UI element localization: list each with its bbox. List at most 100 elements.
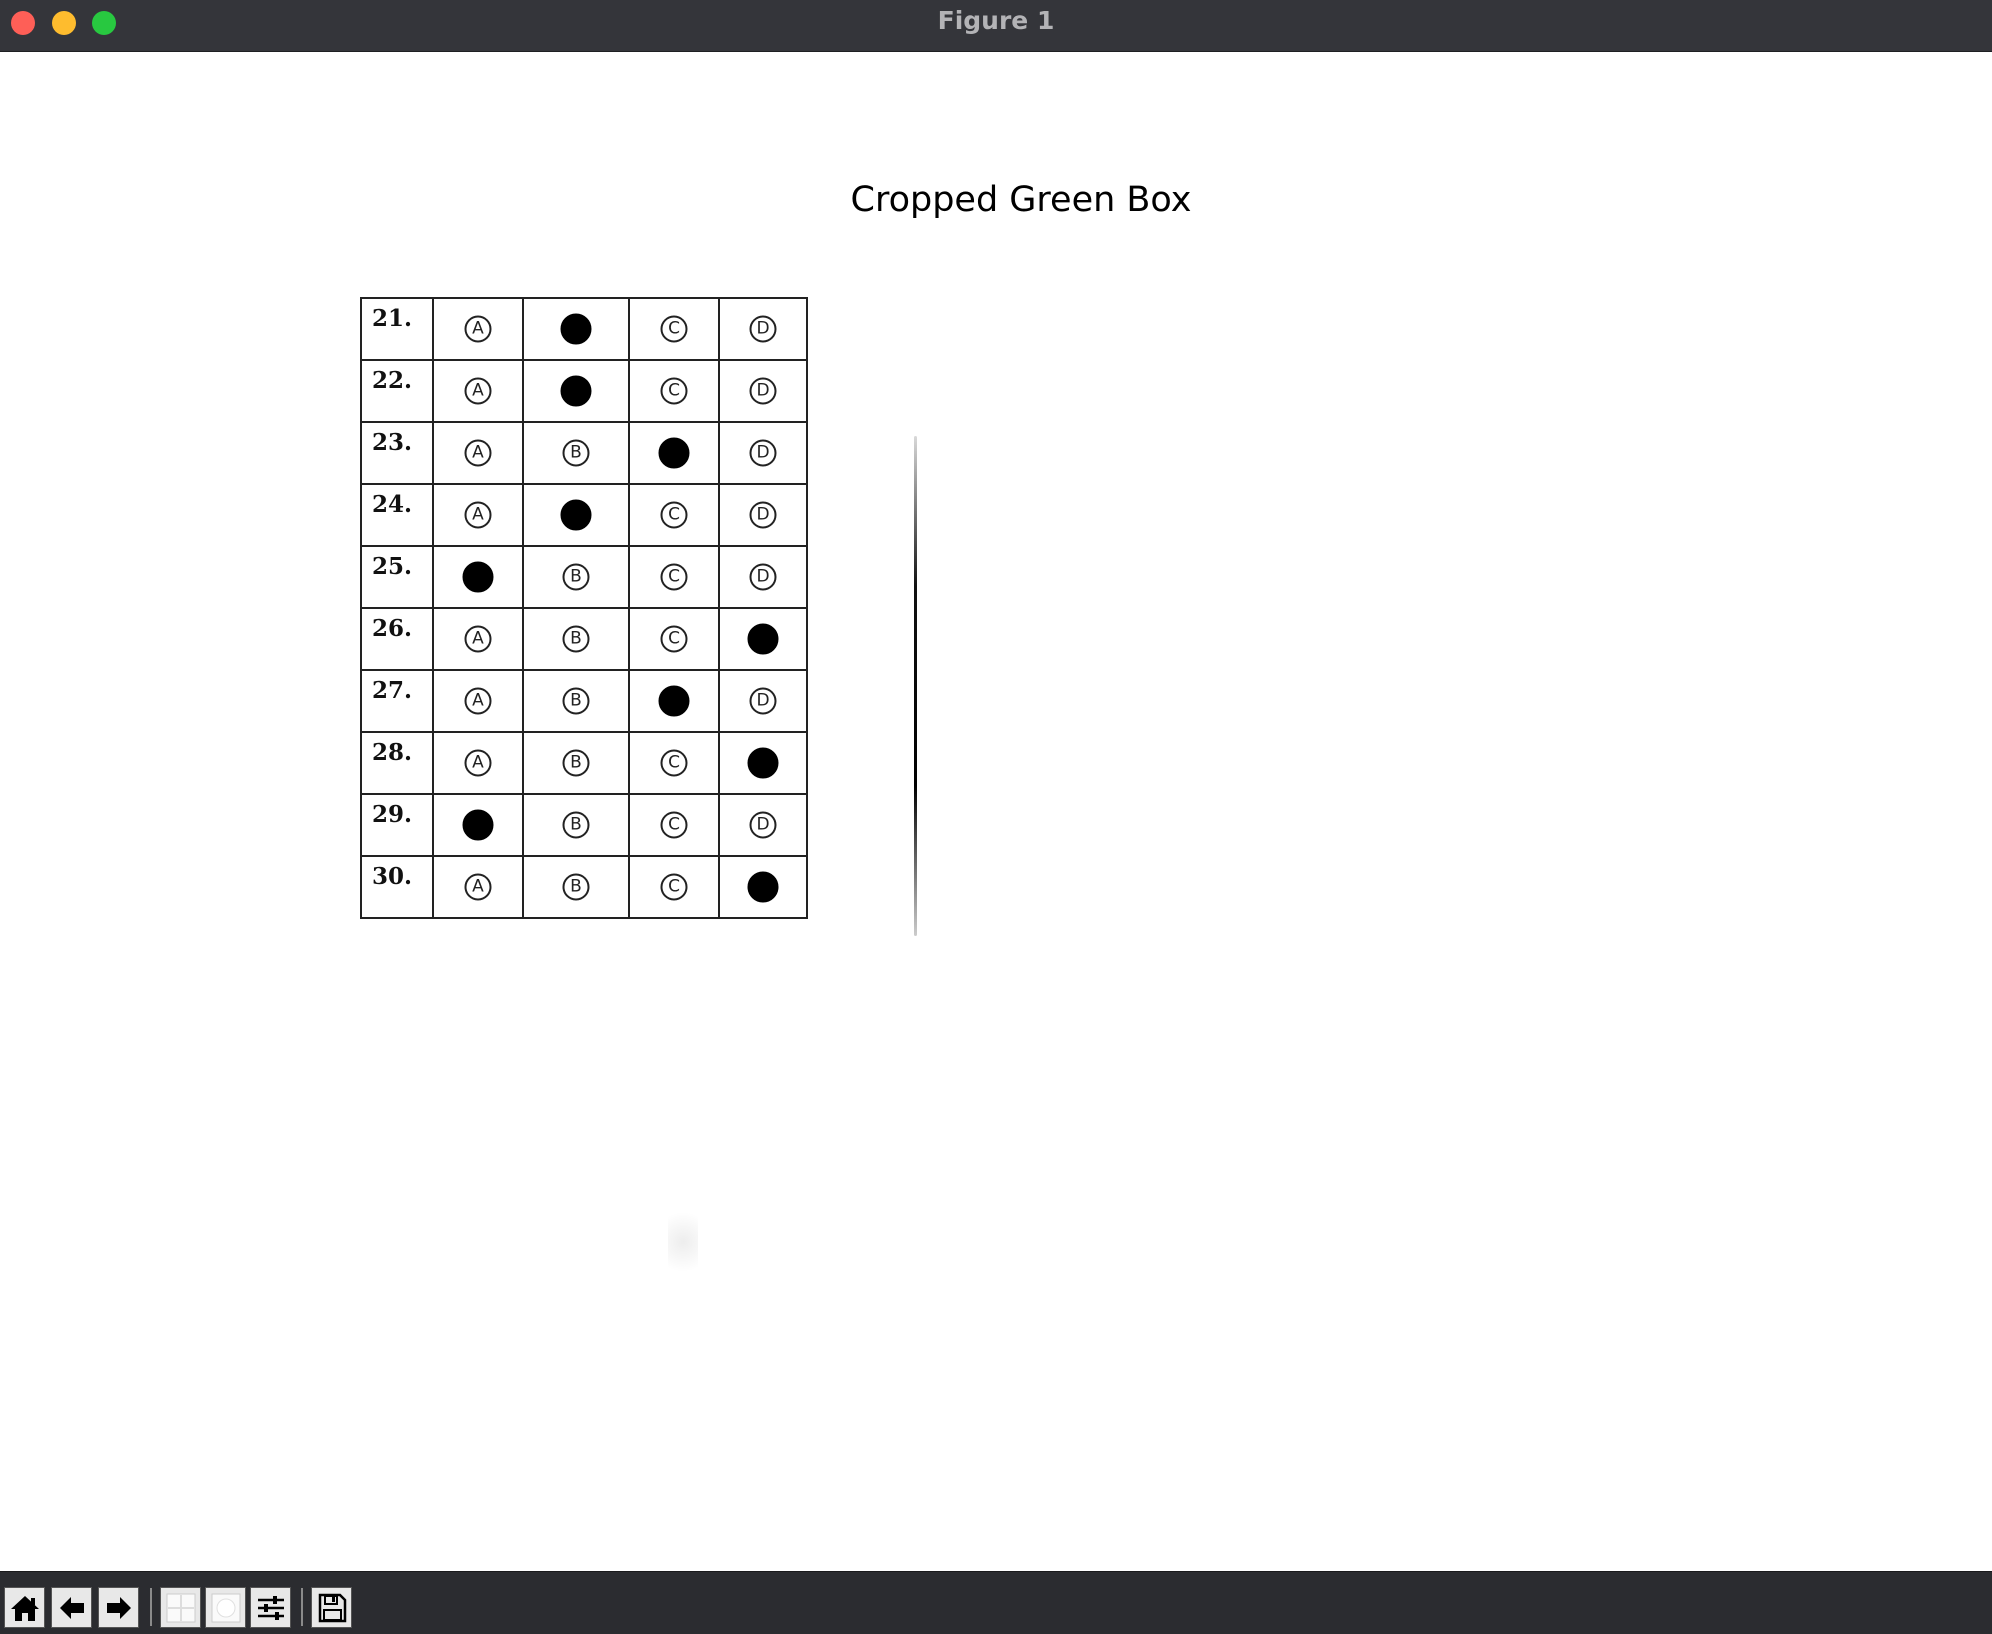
arrow-left-icon bbox=[59, 1596, 84, 1619]
choice-cell: D bbox=[718, 421, 808, 485]
zoom-button[interactable] bbox=[205, 1587, 246, 1628]
empty-bubble: B bbox=[562, 625, 590, 653]
configure-subplots-button[interactable] bbox=[250, 1587, 291, 1628]
toolbar-separator bbox=[150, 1588, 152, 1626]
choice-cell: B bbox=[522, 483, 630, 547]
question-number: 30. bbox=[372, 863, 413, 890]
answer-row: 23. A B C D bbox=[360, 421, 808, 485]
filled-bubble: B bbox=[560, 375, 592, 407]
question-number: 22. bbox=[372, 367, 413, 394]
choice-cell: C bbox=[628, 731, 720, 795]
empty-bubble: B bbox=[562, 439, 590, 467]
choice-cell: B bbox=[522, 359, 630, 423]
question-number: 21. bbox=[372, 305, 413, 332]
choice-cell: B bbox=[522, 545, 630, 609]
empty-bubble: A bbox=[464, 377, 492, 405]
figure-title: Cropped Green Box bbox=[850, 180, 1192, 220]
choice-cell: A bbox=[432, 483, 524, 547]
choice-cell: A bbox=[432, 421, 524, 485]
empty-bubble: C bbox=[660, 377, 688, 405]
answer-row: 21. A B C D bbox=[360, 297, 808, 361]
answer-row: 28. A B C D bbox=[360, 731, 808, 795]
scan-noise-speck bbox=[668, 1202, 698, 1282]
choice-cell: B bbox=[522, 793, 630, 857]
question-number: 24. bbox=[372, 491, 413, 518]
empty-bubble: D bbox=[749, 377, 777, 405]
choice-cell: C bbox=[628, 855, 720, 919]
choice-cell: B bbox=[522, 669, 630, 733]
sliders-icon bbox=[257, 1595, 284, 1620]
question-number: 26. bbox=[372, 615, 413, 642]
answer-row: 26. A B C D bbox=[360, 607, 808, 671]
question-number: 29. bbox=[372, 801, 413, 828]
figure-canvas[interactable]: Cropped Green Box 21.ABCD22.ABCD23.ABCD2… bbox=[0, 52, 1992, 1571]
choice-cell: C bbox=[628, 669, 720, 733]
question-number-cell: 29. bbox=[360, 793, 434, 857]
filled-bubble: A bbox=[462, 561, 494, 593]
choice-cell: D bbox=[718, 793, 808, 857]
choice-cell: C bbox=[628, 793, 720, 857]
empty-bubble: A bbox=[464, 687, 492, 715]
minimize-window-button[interactable] bbox=[52, 11, 76, 35]
empty-bubble: D bbox=[749, 811, 777, 839]
choice-cell: A bbox=[432, 545, 524, 609]
choice-cell: A bbox=[432, 793, 524, 857]
scan-margin-line bbox=[914, 436, 917, 936]
empty-bubble: C bbox=[660, 625, 688, 653]
choice-cell: D bbox=[718, 545, 808, 609]
pan-button[interactable] bbox=[160, 1587, 201, 1628]
filled-bubble: C bbox=[658, 437, 690, 469]
back-button[interactable] bbox=[51, 1587, 92, 1628]
empty-bubble: B bbox=[562, 687, 590, 715]
empty-bubble: A bbox=[464, 625, 492, 653]
empty-bubble: C bbox=[660, 501, 688, 529]
arrow-right-icon bbox=[106, 1596, 131, 1619]
filled-bubble: C bbox=[658, 685, 690, 717]
choice-cell: D bbox=[718, 731, 808, 795]
question-number-cell: 27. bbox=[360, 669, 434, 733]
choice-cell: C bbox=[628, 421, 720, 485]
choice-cell: C bbox=[628, 545, 720, 609]
question-number-cell: 26. bbox=[360, 607, 434, 671]
filled-bubble: B bbox=[560, 313, 592, 345]
empty-bubble: A bbox=[464, 873, 492, 901]
save-button[interactable] bbox=[311, 1587, 352, 1628]
question-number-cell: 24. bbox=[360, 483, 434, 547]
maximize-window-button[interactable] bbox=[92, 11, 116, 35]
move-icon bbox=[166, 1593, 195, 1622]
empty-bubble: D bbox=[749, 687, 777, 715]
navigation-toolbar bbox=[0, 1571, 1992, 1634]
empty-bubble: A bbox=[464, 439, 492, 467]
question-number: 25. bbox=[372, 553, 413, 580]
forward-button[interactable] bbox=[98, 1587, 139, 1628]
answer-row: 27. A B C D bbox=[360, 669, 808, 733]
choice-cell: A bbox=[432, 297, 524, 361]
empty-bubble: D bbox=[749, 563, 777, 591]
close-window-button[interactable] bbox=[11, 11, 35, 35]
empty-bubble: A bbox=[464, 315, 492, 343]
question-number-cell: 30. bbox=[360, 855, 434, 919]
filled-bubble: D bbox=[747, 623, 779, 655]
empty-bubble: C bbox=[660, 315, 688, 343]
answer-row: 25. A B C D bbox=[360, 545, 808, 609]
answer-sheet-image: 21. A B C D 22. A B C D 23. A B C D 24. A B C D 25. A B C D 26. A B… bbox=[360, 297, 920, 957]
home-icon bbox=[10, 1595, 39, 1621]
filled-bubble: D bbox=[747, 871, 779, 903]
floppy-disk-icon bbox=[318, 1593, 346, 1622]
empty-bubble: C bbox=[660, 811, 688, 839]
question-number-cell: 21. bbox=[360, 297, 434, 361]
title-bar[interactable]: Figure 1 bbox=[0, 0, 1992, 52]
choice-cell: A bbox=[432, 669, 524, 733]
choice-cell: D bbox=[718, 359, 808, 423]
empty-bubble: B bbox=[562, 811, 590, 839]
choice-cell: B bbox=[522, 297, 630, 361]
choice-cell: A bbox=[432, 359, 524, 423]
empty-bubble: C bbox=[660, 749, 688, 777]
empty-bubble: D bbox=[749, 439, 777, 467]
choice-cell: A bbox=[432, 855, 524, 919]
empty-bubble: B bbox=[562, 873, 590, 901]
toolbar-separator bbox=[301, 1588, 303, 1626]
home-button[interactable] bbox=[4, 1587, 45, 1628]
choice-cell: D bbox=[718, 855, 808, 919]
choice-cell: C bbox=[628, 483, 720, 547]
